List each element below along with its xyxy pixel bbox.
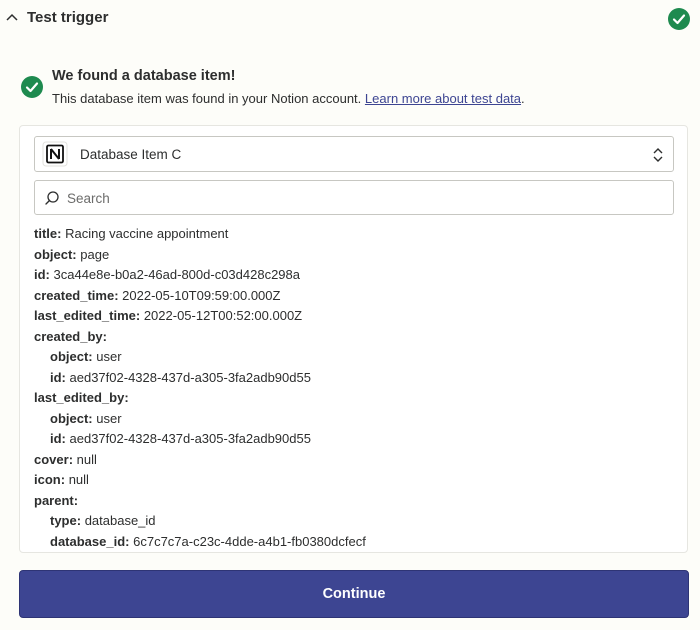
field-row: created_time: 2022-05-10T09:59:00.000Z xyxy=(34,286,674,307)
field-key: database_id: xyxy=(50,533,130,549)
field-row: last_edited_by: xyxy=(34,388,674,409)
field-key: id: xyxy=(50,369,66,385)
field-row: id: aed37f02-4328-437d-a305-3fa2adb90d55 xyxy=(34,429,674,450)
record-fields: title: Racing vaccine appointment object:… xyxy=(34,224,674,552)
field-row: icon: null xyxy=(34,470,674,491)
search-box[interactable] xyxy=(34,180,674,215)
field-row: cover: null xyxy=(34,450,674,471)
field-key: object: xyxy=(34,246,77,262)
field-row: object: user xyxy=(34,409,674,430)
field-key: created_time: xyxy=(34,287,119,303)
field-value: database_id xyxy=(84,513,156,528)
result-description-period: . xyxy=(521,91,525,106)
field-row: title: Racing vaccine appointment xyxy=(34,224,674,245)
result-title: We found a database item! xyxy=(52,68,236,84)
result-description: This database item was found in your Not… xyxy=(52,91,525,106)
field-value: 6c7c7c7a-c23c-4dde-a4b1-fb0380dcfecf xyxy=(133,533,366,549)
field-row: id: 3ca44e8e-b0a2-46ad-800d-c03d428c298a xyxy=(34,265,674,286)
field-key: icon: xyxy=(34,472,66,487)
field-value: null xyxy=(68,472,89,487)
field-value: aed37f02-4328-437d-a305-3fa2adb90d55 xyxy=(69,369,311,385)
field-row: object: page xyxy=(34,245,674,266)
field-row: database_id: 6c7c7c7a-c23c-4dde-a4b1-fb0… xyxy=(34,532,674,553)
selected-item-label: Database Item C xyxy=(80,147,182,162)
field-key: cover: xyxy=(34,451,74,467)
check-circle-icon xyxy=(668,8,690,30)
field-value: 2022-05-12T00:52:00.000Z xyxy=(143,308,303,323)
field-row: last_edited_time: 2022-05-12T00:52:00.00… xyxy=(34,306,674,327)
field-key: created_by: xyxy=(34,328,107,344)
field-row: object: user xyxy=(34,347,674,368)
result-description-text: This database item was found in your Not… xyxy=(52,91,362,106)
check-circle-icon xyxy=(21,76,43,98)
field-value: 3ca44e8e-b0a2-46ad-800d-c03d428c298a xyxy=(53,267,301,282)
field-value: page xyxy=(80,246,110,262)
field-value: Racing vaccine appointment xyxy=(65,226,229,241)
field-key: id: xyxy=(50,431,66,446)
continue-button[interactable]: Continue xyxy=(19,570,689,618)
field-key: object: xyxy=(50,410,93,426)
field-value: aed37f02-4328-437d-a305-3fa2adb90d55 xyxy=(69,431,311,446)
field-row: id: aed37f02-4328-437d-a305-3fa2adb90d55 xyxy=(34,368,674,389)
search-icon xyxy=(45,191,59,205)
notion-logo-icon xyxy=(42,141,68,167)
search-input[interactable] xyxy=(67,187,657,209)
database-item-select[interactable]: Database Item C xyxy=(34,136,674,172)
field-row: parent: xyxy=(34,491,674,512)
field-key: last_edited_by: xyxy=(34,390,129,405)
field-row: type: database_id xyxy=(34,511,674,532)
test-trigger-header[interactable]: Test trigger xyxy=(0,0,700,38)
learn-more-link[interactable]: Learn more about test data xyxy=(365,91,521,106)
field-key: type: xyxy=(50,513,82,528)
field-row: created_by: xyxy=(34,327,674,348)
chevron-up-down-icon[interactable] xyxy=(652,147,664,163)
field-key: parent: xyxy=(34,492,79,508)
section-title: Test trigger xyxy=(27,9,109,26)
field-value: user xyxy=(96,349,122,364)
field-key: object: xyxy=(50,349,93,364)
chevron-up-icon[interactable] xyxy=(5,12,19,22)
field-key: title: xyxy=(34,226,62,241)
field-value: null xyxy=(76,451,97,467)
field-key: id: xyxy=(34,267,50,282)
field-value: user xyxy=(96,410,122,426)
field-value: 2022-05-10T09:59:00.000Z xyxy=(122,287,281,303)
field-key: last_edited_time: xyxy=(34,308,141,323)
